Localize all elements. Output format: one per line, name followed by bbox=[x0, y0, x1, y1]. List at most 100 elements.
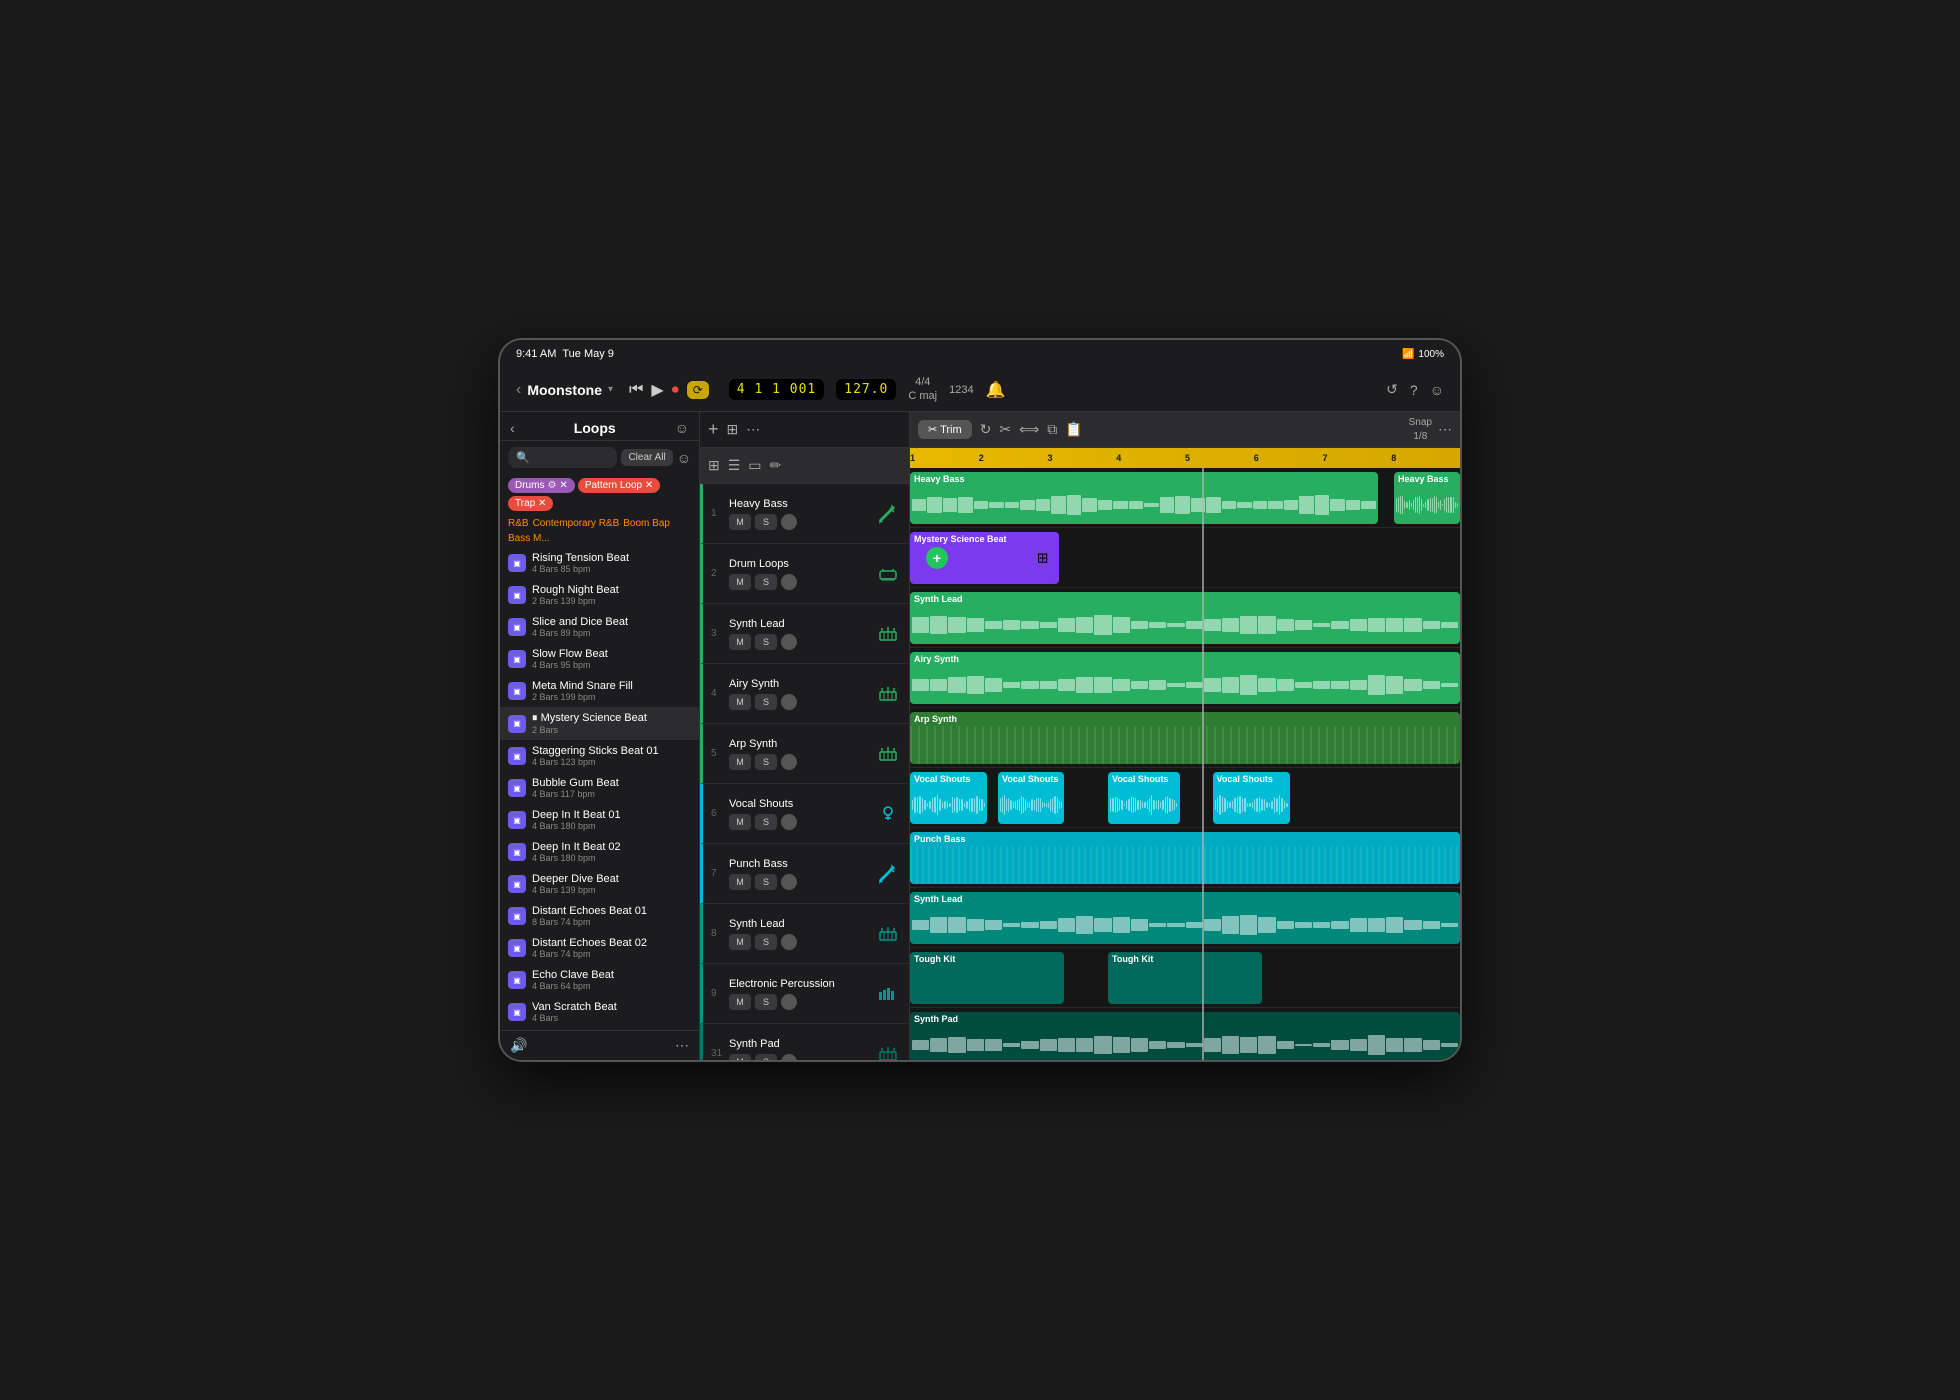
solo-button[interactable]: S bbox=[755, 814, 777, 830]
split-icon[interactable]: ✂ bbox=[999, 421, 1011, 438]
solo-button[interactable]: S bbox=[755, 874, 777, 890]
track-row[interactable]: 6 Vocal Shouts M S bbox=[700, 784, 909, 844]
mute-button[interactable]: M bbox=[729, 694, 751, 710]
timeline-track-row[interactable]: Punch Bass bbox=[910, 828, 1460, 888]
track-row[interactable]: 2 Drum Loops M S bbox=[700, 544, 909, 604]
instrument-icon[interactable] bbox=[875, 861, 901, 887]
filter-rnb[interactable]: R&B bbox=[508, 518, 529, 529]
track-row[interactable]: 7 Punch Bass M S bbox=[700, 844, 909, 904]
clip[interactable]: Punch Bass bbox=[910, 832, 1460, 884]
loop-item[interactable]: ▣ Distant Echoes Beat 01 8 Bars 74 bpm bbox=[500, 900, 699, 932]
clip[interactable]: Synth Lead bbox=[910, 592, 1460, 644]
mute-button[interactable]: M bbox=[729, 814, 751, 830]
volume-knob[interactable] bbox=[781, 994, 797, 1010]
filter-icon[interactable]: ☺ bbox=[677, 450, 691, 466]
instrument-icon[interactable] bbox=[875, 681, 901, 707]
clip[interactable]: Arp Synth bbox=[910, 712, 1460, 764]
copy-icon[interactable]: ⧉ bbox=[1047, 421, 1057, 438]
paste-icon[interactable]: 📋 bbox=[1065, 421, 1082, 438]
filter-boombap[interactable]: Boom Bap bbox=[623, 518, 670, 529]
solo-button[interactable]: S bbox=[755, 1054, 777, 1061]
tag-pattern-loop[interactable]: Pattern Loop ✕ bbox=[578, 478, 660, 493]
back-btn[interactable]: ‹ bbox=[516, 381, 521, 399]
filter-contemporary[interactable]: Contemporary R&B bbox=[533, 518, 620, 529]
clip[interactable]: Vocal Shouts bbox=[1213, 772, 1290, 824]
volume-knob[interactable] bbox=[781, 874, 797, 890]
tag-trap[interactable]: Trap ✕ bbox=[508, 496, 553, 511]
loops-options-icon[interactable]: ☺ bbox=[675, 420, 689, 436]
play-button[interactable]: ▶ bbox=[651, 380, 663, 400]
solo-button[interactable]: S bbox=[755, 634, 777, 650]
solo-button[interactable]: S bbox=[755, 514, 777, 530]
clear-all-button[interactable]: Clear All bbox=[621, 449, 672, 466]
track-row[interactable]: 8 Synth Lead M S bbox=[700, 904, 909, 964]
mute-button[interactable]: M bbox=[729, 874, 751, 890]
loop-item[interactable]: ▣ ⏸ Mystery Science Beat 2 Bars bbox=[500, 707, 699, 740]
track-row[interactable]: 1 Heavy Bass M S bbox=[700, 484, 909, 544]
timeline-track-row[interactable]: Airy Synth bbox=[910, 648, 1460, 708]
loop-item[interactable]: ▣ Staggering Sticks Beat 01 4 Bars 123 b… bbox=[500, 740, 699, 772]
loop-item[interactable]: ▣ Meta Mind Snare Fill 2 Bars 199 bpm bbox=[500, 675, 699, 707]
timeline-tracks[interactable]: Heavy BassHeavy BassMystery Science Beat… bbox=[910, 468, 1460, 1060]
trim-button[interactable]: ✂ Trim bbox=[918, 420, 972, 439]
track-row[interactable]: 3 Synth Lead M S bbox=[700, 604, 909, 664]
solo-button[interactable]: S bbox=[755, 754, 777, 770]
loop-item[interactable]: ▣ Van Scratch Beat 4 Bars bbox=[500, 996, 699, 1028]
volume-knob[interactable] bbox=[781, 814, 797, 830]
loop-item[interactable]: ▣ Deep In It Beat 01 4 Bars 180 bpm bbox=[500, 804, 699, 836]
clip[interactable]: Tough Kit bbox=[910, 952, 1064, 1004]
clip[interactable]: Heavy Bass bbox=[1394, 472, 1460, 524]
grid-icon[interactable]: ⊞ bbox=[708, 457, 720, 474]
volume-knob[interactable] bbox=[781, 934, 797, 950]
timeline-track-row[interactable]: Synth Pad bbox=[910, 1008, 1460, 1060]
mute-button[interactable]: M bbox=[729, 934, 751, 950]
solo-button[interactable]: S bbox=[755, 694, 777, 710]
volume-knob[interactable] bbox=[781, 754, 797, 770]
instrument-icon[interactable] bbox=[875, 741, 901, 767]
track-row[interactable]: 4 Airy Synth M S bbox=[700, 664, 909, 724]
timeline-track-row[interactable]: Vocal ShoutsVocal ShoutsVocal ShoutsVoca… bbox=[910, 768, 1460, 828]
clip[interactable]: Synth Pad bbox=[910, 1012, 1460, 1060]
loops-back-btn[interactable]: ‹ bbox=[510, 420, 515, 436]
rewind-button[interactable]: ⏮ bbox=[629, 381, 643, 399]
clip[interactable]: Synth Lead bbox=[910, 892, 1460, 944]
loop-item[interactable]: ▣ Distant Echoes Beat 02 4 Bars 74 bpm bbox=[500, 932, 699, 964]
timeline-track-row[interactable]: Synth Lead bbox=[910, 588, 1460, 648]
list-icon[interactable]: ☰ bbox=[728, 457, 741, 474]
track-row[interactable]: 9 Electronic Percussion M S bbox=[700, 964, 909, 1024]
instrument-icon[interactable] bbox=[875, 501, 901, 527]
timeline-track-row[interactable]: Tough KitTough Kit bbox=[910, 948, 1460, 1008]
add-clip-button[interactable]: + bbox=[926, 547, 948, 569]
loop-item[interactable]: ▣ Deeper Dive Beat 4 Bars 139 bpm bbox=[500, 868, 699, 900]
search-box[interactable]: 🔍 bbox=[508, 447, 617, 468]
instrument-icon[interactable] bbox=[875, 561, 901, 587]
track-options-icon[interactable]: ⋯ bbox=[746, 421, 760, 438]
loop-item[interactable]: ▣ Deep In It Beat 02 4 Bars 180 bpm bbox=[500, 836, 699, 868]
track-view-icon[interactable]: ⊞ bbox=[727, 421, 739, 438]
mute-button[interactable]: M bbox=[729, 754, 751, 770]
loop-icon[interactable]: ↻ bbox=[980, 421, 992, 438]
solo-button[interactable]: S bbox=[755, 934, 777, 950]
loop-item[interactable]: ▣ Slice and Dice Beat 4 Bars 89 bpm bbox=[500, 611, 699, 643]
mute-button[interactable]: M bbox=[729, 1054, 751, 1061]
timeline-track-row[interactable]: Arp Synth bbox=[910, 708, 1460, 768]
project-title[interactable]: Moonstone bbox=[527, 382, 602, 398]
instrument-icon[interactable] bbox=[875, 1041, 901, 1061]
pencil-icon[interactable]: ✏ bbox=[770, 457, 782, 474]
clip[interactable]: Vocal Shouts bbox=[1108, 772, 1180, 824]
mute-button[interactable]: M bbox=[729, 634, 751, 650]
volume-knob[interactable] bbox=[781, 1054, 797, 1061]
mute-button[interactable]: M bbox=[729, 514, 751, 530]
clip[interactable]: Vocal Shouts bbox=[998, 772, 1064, 824]
loop-item[interactable]: ▣ Slow Flow Beat 4 Bars 95 bpm bbox=[500, 643, 699, 675]
clip[interactable]: Vocal Shouts bbox=[910, 772, 987, 824]
volume-knob[interactable] bbox=[781, 694, 797, 710]
loop-item[interactable]: ▣ Bubble Gum Beat 4 Bars 117 bpm bbox=[500, 772, 699, 804]
clip[interactable]: Airy Synth bbox=[910, 652, 1460, 704]
help-icon[interactable]: ? bbox=[1410, 382, 1418, 398]
loop-item[interactable]: ▣ Rough Night Beat 2 Bars 139 bpm bbox=[500, 579, 699, 611]
snap-more-icon[interactable]: ⋯ bbox=[1438, 421, 1452, 438]
resize-icon[interactable]: ⟺ bbox=[1019, 421, 1039, 438]
mute-button[interactable]: M bbox=[729, 574, 751, 590]
volume-knob[interactable] bbox=[781, 514, 797, 530]
